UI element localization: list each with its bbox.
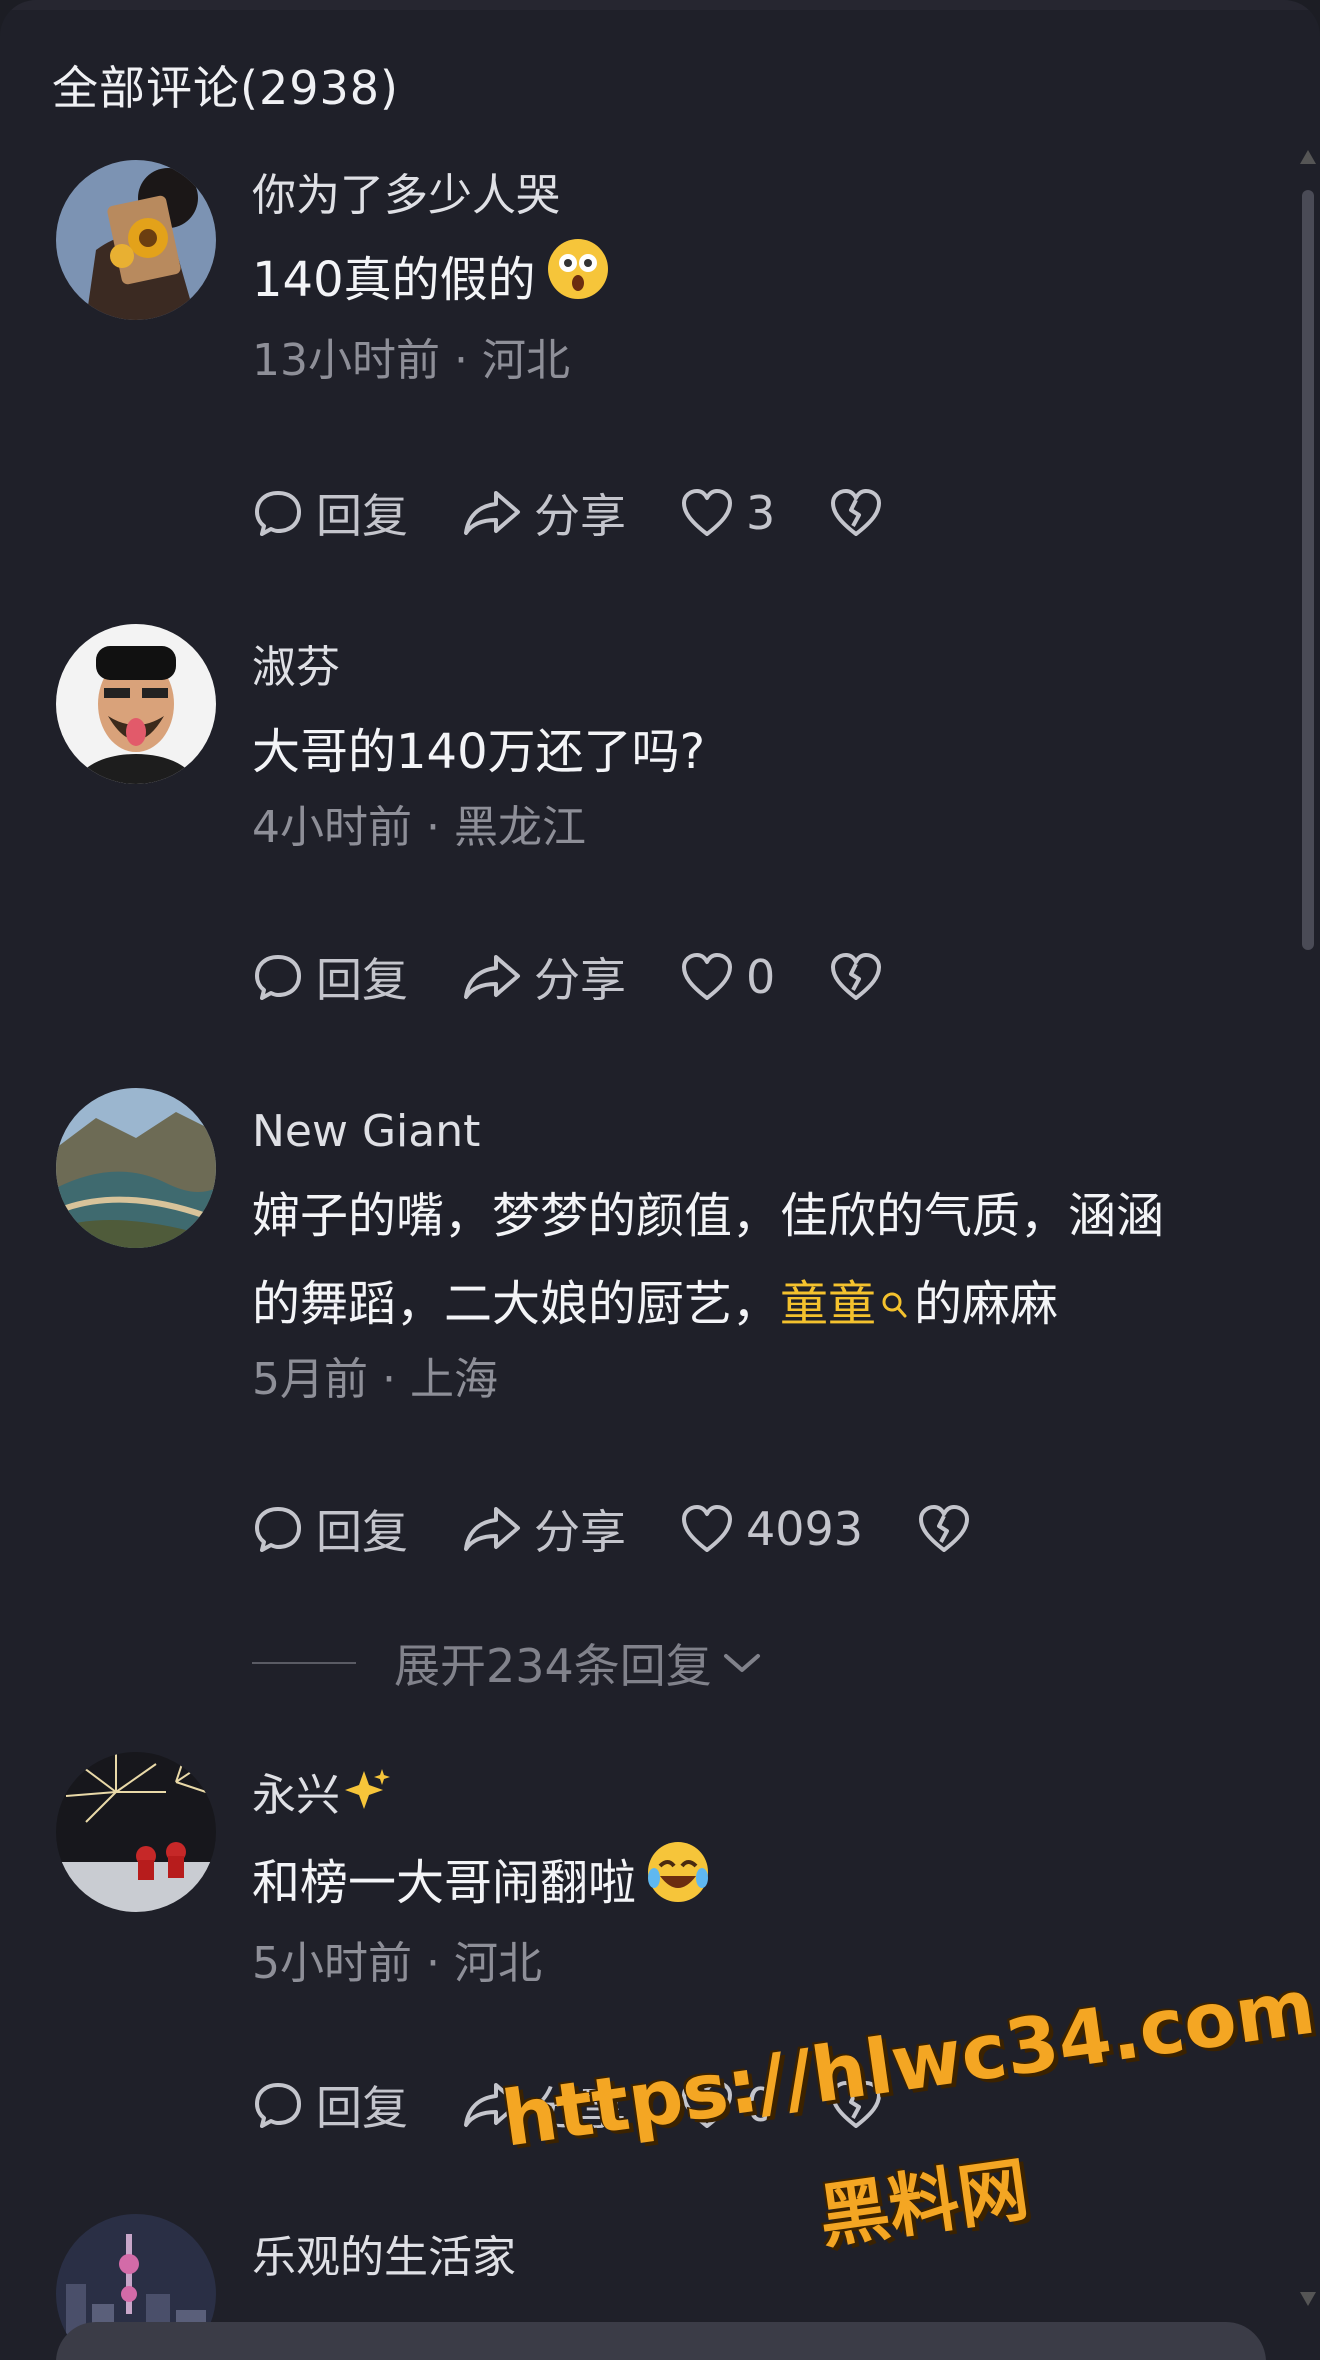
cartoon-man-avatar-icon xyxy=(56,624,216,784)
heart-icon xyxy=(682,1505,732,1552)
broken-heart-icon xyxy=(831,953,882,1000)
avatar[interactable] xyxy=(56,1088,216,1248)
share-arrow-icon xyxy=(464,491,520,535)
comments-count-title: 全部评论(2938) xyxy=(52,61,399,115)
search-keyword-link[interactable]: 童童 xyxy=(780,1276,876,1332)
share-arrow-icon xyxy=(464,955,520,999)
comment-text-span: 140真的假的 xyxy=(252,252,536,308)
dislike-button[interactable] xyxy=(917,1504,983,1554)
comment-username[interactable]: 淑芬 xyxy=(252,638,1260,698)
divider xyxy=(252,1662,356,1664)
comment-meta: 13小时前 · 河北 xyxy=(252,335,570,386)
reply-button[interactable]: 回复 xyxy=(252,1496,408,1562)
expand-replies-label: 展开234条回复 xyxy=(394,1639,712,1693)
dislike-button[interactable] xyxy=(829,488,895,538)
comment-meta: 4小时前 · 黑龙江 xyxy=(252,802,586,853)
share-label: 分享 xyxy=(534,489,626,543)
comment-text: 和榜一大哥闹翻啦 xyxy=(252,1839,1260,1932)
comment-text: 婶子的嘴，梦梦的颜值，佳欣的气质，涵涵 的舞蹈，二大娘的厨艺，童童 的麻麻 xyxy=(252,1172,1260,1348)
reply-label: 回复 xyxy=(316,1505,408,1559)
expand-replies-button[interactable]: 展开234条回复 xyxy=(252,1630,764,1696)
comment-username[interactable]: 你为了多少人哭 xyxy=(252,166,1260,226)
landscape-avatar-icon xyxy=(56,1088,216,1248)
comment-actions: 回复 分享 3 xyxy=(252,478,949,548)
laughing-tears-emoji-icon xyxy=(646,1840,710,1932)
top-edge xyxy=(0,0,1320,10)
comment-text-span: 的麻麻 xyxy=(914,1276,1059,1332)
comment-text: 140真的假的 xyxy=(252,236,1260,329)
like-count: 4093 xyxy=(746,1502,864,1556)
share-button[interactable]: 分享 xyxy=(462,1496,626,1562)
heart-icon xyxy=(682,489,732,536)
comment-actions: 回复 分享 4093 xyxy=(252,1494,1037,1564)
like-button[interactable]: 0 xyxy=(680,950,775,1004)
share-button[interactable]: 分享 xyxy=(462,944,626,1010)
comment-meta: 5月前 · 上海 xyxy=(252,1354,498,1405)
like-button[interactable]: 3 xyxy=(680,486,775,540)
avatar[interactable] xyxy=(56,624,216,784)
share-arrow-icon xyxy=(464,1507,520,1551)
comments-panel: 全部评论(2938) 你为了多少人哭 140真的假的 13小时前 · 河北 回复… xyxy=(0,0,1320,2360)
scrollbar-thumb[interactable] xyxy=(1302,190,1314,950)
sparkles-emoji-icon xyxy=(344,1767,390,1829)
comment-text-line: 的舞蹈，二大娘的厨艺，童童 的麻麻 xyxy=(252,1260,1260,1348)
chat-bubble-icon xyxy=(255,491,301,536)
comment-text-span: 的舞蹈，二大娘的厨艺， xyxy=(252,1276,781,1332)
like-count: 0 xyxy=(746,950,776,1004)
reply-label: 回复 xyxy=(316,953,408,1007)
chat-bubble-icon xyxy=(255,955,301,1000)
scroll-down-arrow-icon[interactable] xyxy=(1300,2292,1316,2306)
comment-text-span: 和榜一大哥闹翻啦 xyxy=(252,1855,637,1911)
comment-meta: 5小时前 · 河北 xyxy=(252,1938,542,1989)
watermark-name: 黑料网 xyxy=(814,2148,1034,2259)
dislike-button[interactable] xyxy=(829,952,895,1002)
reply-button[interactable]: 回复 xyxy=(252,2072,408,2138)
broken-heart-icon xyxy=(919,1505,970,1552)
comment-username[interactable]: 永兴 xyxy=(252,1766,1260,1829)
heart-icon xyxy=(682,953,732,1000)
username-text: 永兴 xyxy=(252,1770,340,1821)
chat-bubble-icon xyxy=(255,1507,301,1552)
avatar[interactable] xyxy=(56,1752,216,1912)
comment-input-bar[interactable] xyxy=(56,2322,1266,2360)
comment-username[interactable]: New Giant xyxy=(252,1102,1260,1162)
like-count: 3 xyxy=(746,486,776,540)
comment-text: 大哥的140万还了吗? xyxy=(252,724,706,780)
reply-label: 回复 xyxy=(316,2081,408,2135)
search-icon[interactable] xyxy=(880,1260,908,1348)
dizzy-face-emoji-icon xyxy=(546,237,610,329)
broken-heart-icon xyxy=(831,489,882,536)
like-button[interactable]: 4093 xyxy=(680,1502,863,1556)
share-button[interactable]: 分享 xyxy=(462,480,626,546)
chevron-down-icon xyxy=(723,1654,760,1672)
scroll-up-arrow-icon[interactable] xyxy=(1300,150,1316,164)
avatar[interactable] xyxy=(56,160,216,320)
reply-button[interactable]: 回复 xyxy=(252,944,408,1010)
share-label: 分享 xyxy=(534,1505,626,1559)
comment-actions: 回复 分享 0 xyxy=(252,942,949,1012)
sunflower-avatar-icon xyxy=(56,160,216,320)
share-label: 分享 xyxy=(534,953,626,1007)
reply-button[interactable]: 回复 xyxy=(252,480,408,546)
chat-bubble-icon xyxy=(255,2083,301,2128)
fireworks-avatar-icon xyxy=(56,1752,216,1912)
comment-text-line: 婶子的嘴，梦梦的颜值，佳欣的气质，涵涵 xyxy=(252,1188,1165,1244)
reply-label: 回复 xyxy=(316,489,408,543)
